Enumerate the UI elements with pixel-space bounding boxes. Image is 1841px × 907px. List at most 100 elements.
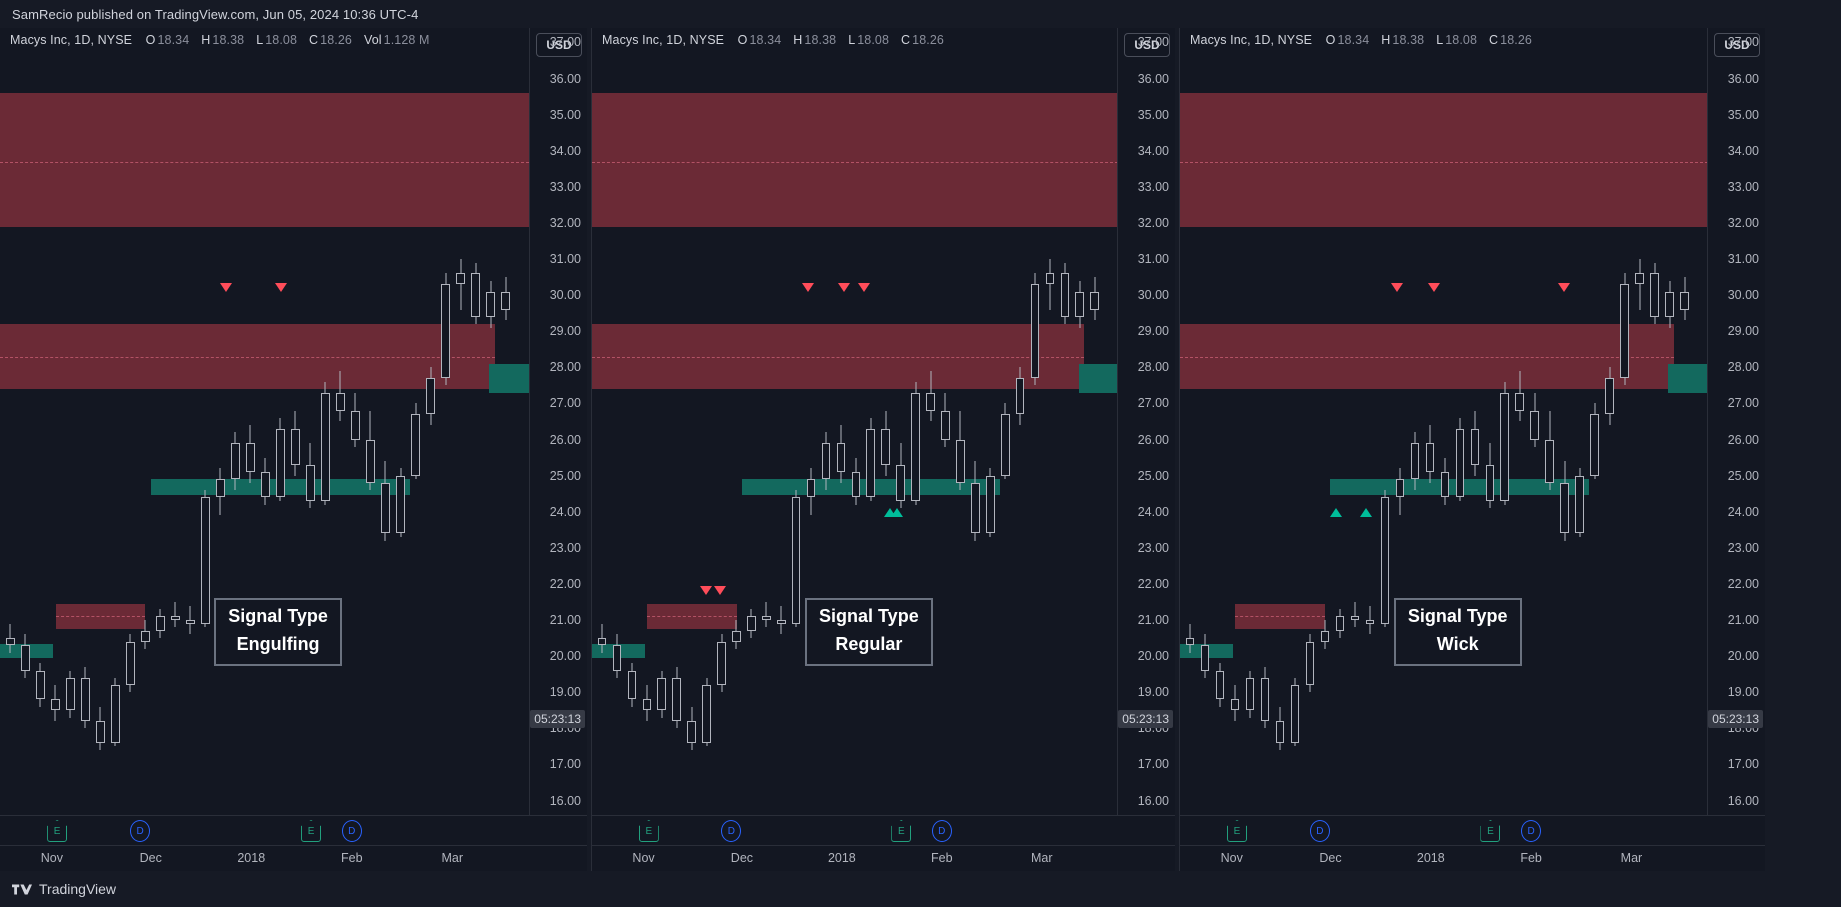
candle-body: [1215, 670, 1225, 700]
sell-signal-arrow: [275, 282, 288, 292]
candle-body: [185, 620, 195, 624]
candlestick: [672, 666, 682, 729]
legend-low: L 18.08: [1436, 33, 1478, 47]
candle-body: [761, 616, 771, 621]
time-tick-row: Nov Dec 2018 Feb Mar: [0, 845, 587, 871]
candle-body: [1410, 443, 1420, 480]
candlestick: [941, 392, 950, 447]
price-tick-label: 17.00: [1137, 757, 1169, 772]
candle-body: [821, 443, 831, 480]
price-tick-label: 25.00: [549, 468, 581, 483]
candle-body: [941, 410, 950, 440]
price-tick-label: 32.00: [1137, 215, 1169, 230]
time-axis[interactable]: E D E D Nov Dec 2018 Feb Mar: [592, 815, 1175, 871]
price-axis[interactable]: USD 37.00 36.00 35.00 34.00 33.00 32.00 31.00 30…: [1117, 28, 1175, 871]
price-plot-area[interactable]: Macys Inc, 1D, NYSE O 18.34 H 18.38 L 18.08 C 1…: [592, 28, 1117, 815]
price-tick-label: 36.00: [1137, 71, 1169, 86]
earnings-marker-icon[interactable]: E: [301, 820, 322, 842]
dividend-marker-icon[interactable]: D: [130, 820, 151, 842]
candlestick: [140, 620, 150, 649]
candle-body: [140, 630, 150, 642]
time-axis[interactable]: E D E D Nov Dec 2018 Feb Mar: [0, 815, 587, 871]
candle-body: [1350, 616, 1360, 621]
sell-signal-arrow: [1557, 282, 1570, 292]
earnings-marker-icon[interactable]: E: [1480, 820, 1501, 842]
candle-body: [1515, 392, 1525, 411]
candlestick: [1470, 410, 1480, 476]
candlestick: [20, 634, 30, 678]
earnings-marker-icon[interactable]: E: [891, 820, 912, 842]
dividend-marker-icon[interactable]: D: [931, 820, 952, 842]
time-tick-label: 2018: [1416, 851, 1445, 865]
candle-body: [1590, 414, 1600, 476]
price-tick-label: 16.00: [549, 793, 581, 808]
candlestick: [1605, 367, 1615, 426]
candlestick: [597, 623, 607, 653]
price-plot-area[interactable]: Macys Inc, 1D, NYSE O 18.34 H 18.38 L 18.08 C 1…: [0, 28, 529, 815]
candlestick: [1090, 277, 1100, 321]
candlestick: [95, 706, 105, 750]
time-tick-label: Dec: [139, 851, 162, 865]
price-plot-area[interactable]: Macys Inc, 1D, NYSE O 18.34 H 18.38 L 18.08 C 1…: [1180, 28, 1707, 815]
candle-wick: [174, 602, 176, 628]
candlestick: [170, 602, 180, 628]
price-axis[interactable]: USD 37.00 36.00 35.00 34.00 33.00 32.00 31.00 30…: [529, 28, 587, 871]
candle-body: [80, 677, 90, 722]
time-tick-label: Feb: [931, 851, 953, 865]
zone-midline: [55, 616, 146, 618]
dividend-marker-icon[interactable]: D: [721, 820, 742, 842]
price-tick-label: 16.00: [1727, 793, 1759, 808]
candlestick: [1320, 620, 1330, 649]
candle-wick: [460, 259, 462, 310]
legend-high: H 18.38: [1381, 33, 1425, 47]
sell-signal-arrow: [1428, 282, 1441, 292]
time-tick-label: Mar: [1030, 851, 1053, 865]
event-marker-row: EDED: [1180, 816, 1765, 846]
earnings-marker-icon[interactable]: E: [1227, 820, 1248, 842]
candle-body: [155, 616, 165, 631]
candle-body: [471, 273, 480, 317]
chart-legend[interactable]: Macys Inc, 1D, NYSE O 18.34 H 18.38 L 18.08 C 1…: [1190, 33, 1536, 47]
time-axis[interactable]: E D E D Nov Dec 2018 Feb Mar: [1180, 815, 1765, 871]
dividend-marker-icon[interactable]: D: [1521, 820, 1542, 842]
price-axis[interactable]: USD 37.00 36.00 35.00 34.00 33.00 32.00 31.00 30…: [1707, 28, 1765, 871]
candlestick: [501, 277, 510, 321]
candle-body: [1560, 482, 1570, 534]
candlestick: [926, 370, 935, 422]
signal-type-title: Signal Type: [228, 606, 328, 627]
earnings-marker-icon[interactable]: E: [638, 820, 659, 842]
candlestick: [125, 634, 135, 693]
price-tick-label: 32.00: [549, 215, 581, 230]
candle-body: [351, 410, 360, 440]
candle-body: [1680, 291, 1689, 310]
candlestick: [200, 490, 210, 628]
candle-body: [1635, 273, 1645, 285]
chart-legend[interactable]: Macys Inc, 1D, NYSE O 18.34 H 18.38 L 18.08 C 1…: [602, 33, 948, 47]
candlestick: [1560, 461, 1570, 541]
candle-body: [1000, 414, 1010, 476]
earnings-marker-icon[interactable]: E: [47, 820, 68, 842]
candlestick: [1200, 634, 1210, 678]
chart-legend[interactable]: Macys Inc, 1D, NYSE O 18.34 H 18.38 L 18.08 C 1…: [10, 33, 434, 47]
candle-body: [1275, 721, 1285, 743]
candle-body: [1485, 464, 1495, 501]
candle-body: [125, 641, 135, 686]
legend-open: O 18.34: [737, 33, 782, 47]
price-tick-label: 20.00: [549, 649, 581, 664]
price-tick-label: 26.00: [1727, 432, 1759, 447]
candlestick: [702, 677, 711, 747]
signal-type-value: Wick: [1436, 634, 1479, 655]
candlestick: [1530, 392, 1540, 447]
candlestick: [1410, 432, 1420, 491]
candle-body: [1090, 291, 1100, 310]
candlestick: [1380, 490, 1390, 628]
time-tick-label: 2018: [237, 851, 266, 865]
dividend-marker-icon[interactable]: D: [1309, 820, 1330, 842]
time-tick-row: Nov Dec 2018 Feb Mar: [592, 845, 1175, 871]
candle-body: [246, 443, 255, 473]
signal-type-title: Signal Type: [1407, 606, 1508, 627]
event-marker-row: EDED: [0, 816, 587, 846]
dividend-marker-icon[interactable]: D: [341, 820, 362, 842]
candle-body: [717, 641, 726, 686]
price-tick-label: 22.00: [1137, 576, 1169, 591]
